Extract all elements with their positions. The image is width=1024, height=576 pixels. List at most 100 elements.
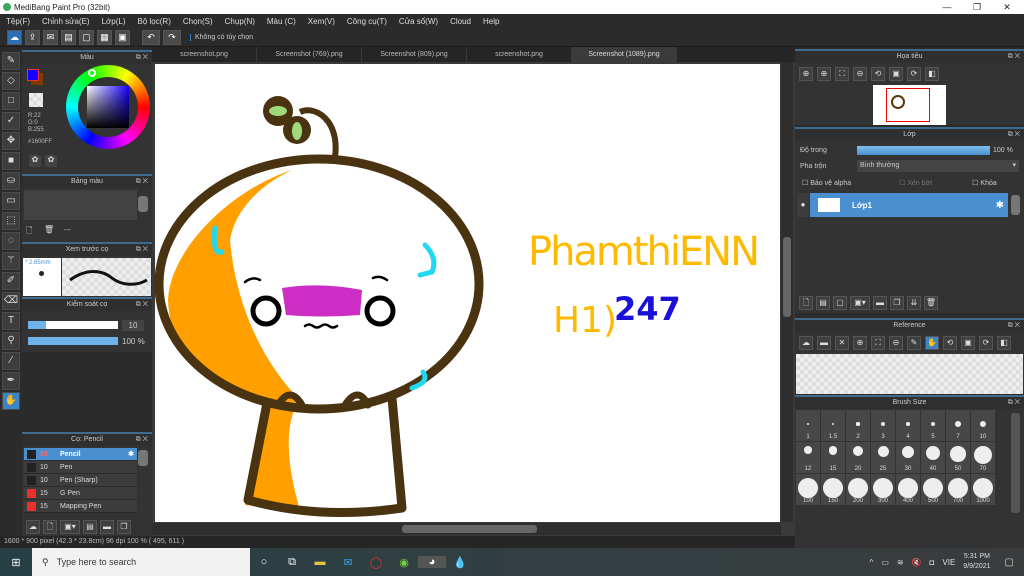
brush-size-cell[interactable]: 40 (921, 442, 946, 474)
tray-chevron-icon[interactable]: ^ (870, 558, 874, 567)
wifi-icon[interactable]: ≋ (897, 558, 904, 567)
brush-size-dot (848, 478, 868, 498)
zoom-out-icon[interactable]: ⊖ (853, 67, 867, 81)
clipping-checkbox[interactable]: ☐ Xén bớt (899, 179, 932, 187)
rotate-right-icon[interactable]: ⟳ (979, 336, 993, 350)
brush-size-cell[interactable]: 30 (896, 442, 921, 474)
windows-start-icon[interactable]: ⊞ (0, 556, 32, 569)
rotate-right-icon[interactable]: ⟳ (907, 67, 921, 81)
app-icon[interactable]: ◉ (390, 556, 418, 569)
maximize-button[interactable]: ❐ (962, 0, 992, 14)
panel-title: Lớp (903, 131, 916, 138)
reset-rotation-icon[interactable]: ▣ (889, 67, 903, 81)
brush-size-cell[interactable]: 1.5 (821, 410, 846, 442)
merge-layer-icon[interactable]: ⇊ (907, 296, 921, 310)
brush-size-cell[interactable]: 7 (946, 410, 971, 442)
fit-icon[interactable]: ⛶ (871, 336, 885, 350)
brush-size-cell[interactable]: 200 (846, 474, 871, 506)
battery-icon[interactable]: ▭ (881, 558, 889, 567)
zoom-out-icon[interactable]: ⊖ (889, 336, 903, 350)
brush-size-cell[interactable]: 700 (946, 474, 971, 506)
brush-size-cell[interactable]: 1 (796, 410, 821, 442)
blend-mode-select[interactable]: Bình thường ▾ (857, 160, 1019, 172)
new-layer-8bit-icon[interactable]: ▤ (816, 296, 830, 310)
new-layer-icon[interactable]: 🗋 (799, 296, 813, 310)
brush-size-cell[interactable]: 15 (821, 442, 846, 474)
delete-layer-icon[interactable]: 🗑 (924, 296, 938, 310)
brush-size-cell[interactable]: 10 (971, 410, 996, 442)
mail-icon[interactable]: ✉ (334, 556, 362, 569)
brush-size-cell[interactable]: 4 (896, 410, 921, 442)
brush-size-cell[interactable]: 50 (946, 442, 971, 474)
brush-size-cell[interactable]: 70 (971, 442, 996, 474)
brush-size-cell[interactable]: 400 (896, 474, 921, 506)
meet-icon[interactable]: ◘ (930, 558, 935, 567)
visibility-icon[interactable]: ● (797, 193, 809, 217)
opera-icon[interactable]: ◯ (362, 556, 390, 569)
panel-close-icon[interactable]: ⧉ ✕ (1008, 129, 1020, 141)
horizontal-scrollbar[interactable] (152, 523, 781, 535)
panel-close-icon[interactable]: ⧉ ✕ (1008, 397, 1020, 409)
brush-size-dot (828, 446, 838, 455)
scrollbar[interactable] (1011, 413, 1020, 513)
panel-close-icon[interactable]: ⧉ ✕ (1008, 51, 1020, 63)
brush-size-dot (905, 421, 911, 427)
zoom-in-icon[interactable]: ⊕ (817, 67, 831, 81)
reset-rotation-icon[interactable]: ▣ (961, 336, 975, 350)
layer-opacity-slider[interactable] (857, 146, 990, 155)
volume-muted-icon[interactable]: 🔇 (912, 558, 922, 567)
add-layer-menu-icon[interactable]: ▣▾ (850, 296, 870, 310)
eyedropper-icon[interactable]: ✎ (907, 336, 921, 350)
brush-size-cell[interactable]: 25 (871, 442, 896, 474)
zoom-in-icon[interactable]: ⊕ (853, 336, 867, 350)
navigator-thumbnail[interactable] (873, 85, 946, 125)
language-indicator[interactable]: VIE (942, 558, 955, 567)
fit-screen-icon[interactable]: ⛶ (835, 67, 849, 81)
brush-size-cell[interactable]: 150 (821, 474, 846, 506)
paint-icon[interactable]: 💧 (446, 556, 474, 569)
brush-size-cell[interactable]: 3 (871, 410, 896, 442)
brush-size-cell[interactable]: 2 (846, 410, 871, 442)
hand-icon[interactable]: ✋ (925, 336, 939, 350)
brush-size-dot (930, 421, 936, 427)
brush-size-cell[interactable]: 300 (871, 474, 896, 506)
brush-size-cell[interactable]: 1000 (971, 474, 996, 506)
new-layer-1bit-icon[interactable]: ▢ (833, 296, 847, 310)
task-view-icon[interactable]: ⧉ (278, 556, 306, 569)
reference-view[interactable] (796, 354, 1023, 394)
folder-icon[interactable]: ▬ (873, 296, 887, 310)
clock[interactable]: 5:31 PM 9/9/2021 (963, 552, 990, 572)
close-reference-icon[interactable]: ✕ (835, 336, 849, 350)
brush-size-dot (923, 478, 943, 498)
brush-size-cell[interactable]: 12 (796, 442, 821, 474)
rotate-left-icon[interactable]: ⟲ (943, 336, 957, 350)
file-explorer-icon[interactable]: ▬ (306, 556, 334, 568)
open-folder-icon[interactable]: ▬ (817, 336, 831, 350)
vertical-scrollbar[interactable] (781, 62, 793, 522)
layer-row[interactable]: Lớp1 ✱ (810, 193, 1008, 217)
flip-icon[interactable]: ◧ (997, 336, 1011, 350)
cortana-icon[interactable]: ○ (250, 556, 278, 568)
scrollbar[interactable] (1011, 195, 1020, 215)
notification-icon[interactable]: ▢ (1005, 557, 1014, 568)
minimize-button[interactable]: — (932, 0, 962, 14)
duplicate-layer-icon[interactable]: ❐ (890, 296, 904, 310)
brush-size-dot (950, 446, 966, 462)
taskbar-search[interactable]: ⚲ Type here to search (32, 548, 250, 576)
brush-size-dot (806, 422, 810, 426)
zoom-fit-icon[interactable]: ⊕ (799, 67, 813, 81)
brush-size-cell[interactable]: 100 (796, 474, 821, 506)
brush-size-cell[interactable]: 20 (846, 442, 871, 474)
flip-icon[interactable]: ◧ (925, 67, 939, 81)
lock-checkbox[interactable]: ☐ Khóa (972, 179, 997, 187)
brush-size-cell[interactable]: 5 (921, 410, 946, 442)
brush-size-label: 12 (804, 466, 812, 472)
layer-settings-gear-icon[interactable]: ✱ (996, 200, 1004, 211)
rotate-left-icon[interactable]: ⟲ (871, 67, 885, 81)
upload-icon[interactable]: ☁ (799, 336, 813, 350)
panel-close-icon[interactable]: ⧉ ✕ (1008, 320, 1020, 332)
brush-size-cell[interactable]: 500 (921, 474, 946, 506)
protect-alpha-checkbox[interactable]: ☐ Bảo vệ alpha (802, 179, 851, 187)
medibang-taskbar-icon[interactable]: ◕ (418, 556, 446, 568)
close-button[interactable]: ✕ (992, 0, 1022, 14)
